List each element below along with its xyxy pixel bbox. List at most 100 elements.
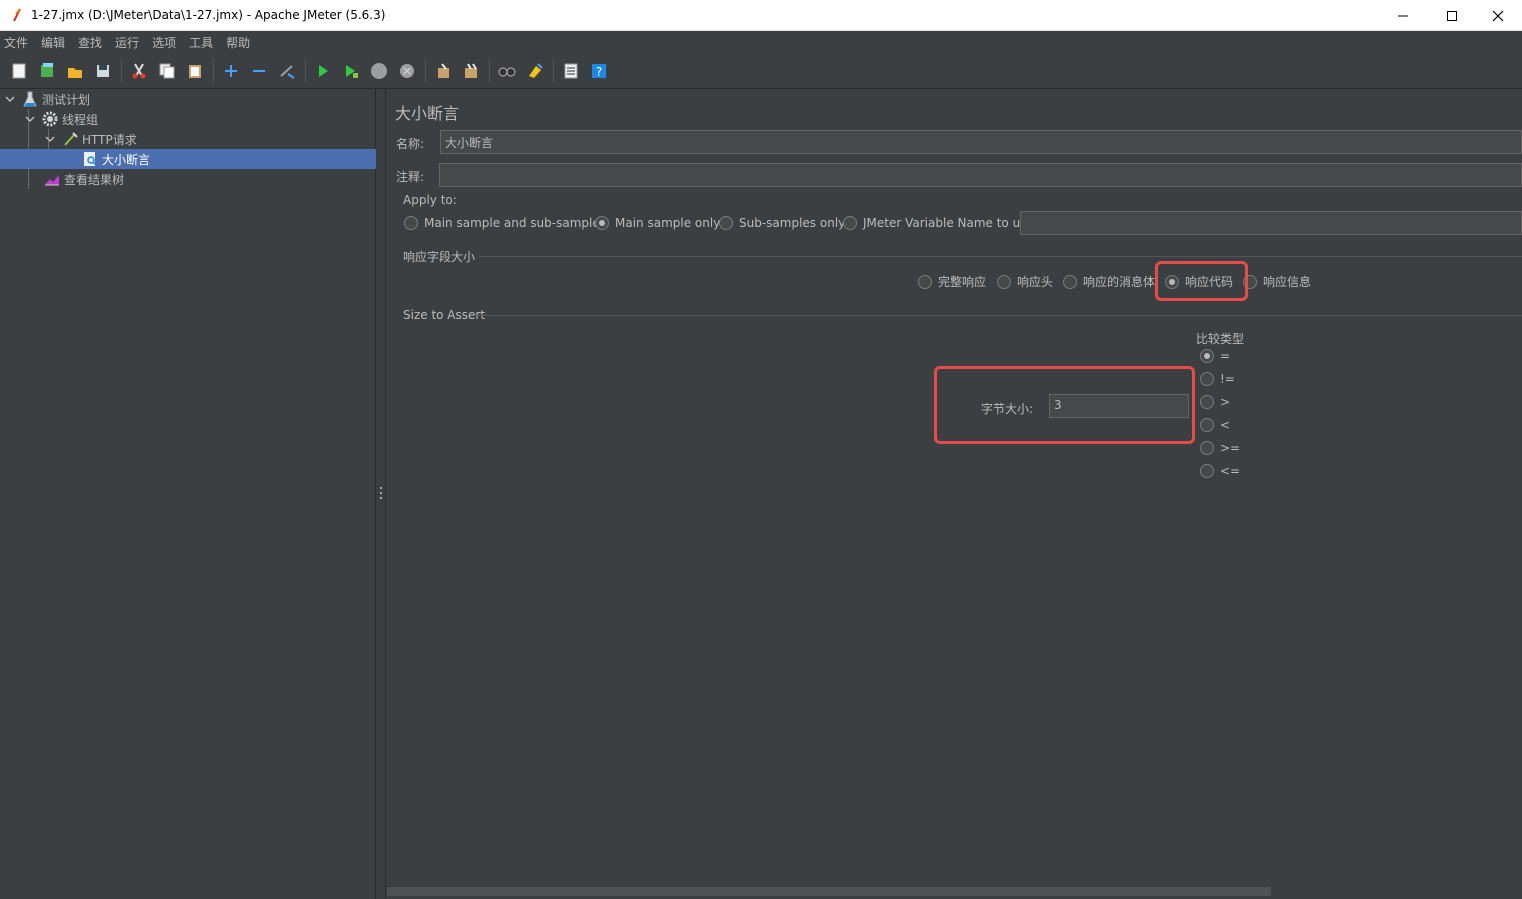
clear-all-icon[interactable] [460, 60, 482, 82]
radio-icon [1200, 395, 1214, 409]
size-label: 字节大小: [981, 402, 1034, 416]
tree-item-test-plan[interactable]: 测试计划 [4, 89, 90, 109]
cut-icon[interactable] [128, 60, 150, 82]
start-no-pause-icon[interactable] [340, 60, 362, 82]
new-icon[interactable] [8, 60, 30, 82]
chevron-down-icon[interactable] [4, 93, 16, 105]
maximize-button[interactable] [1429, 0, 1475, 31]
menu-options[interactable]: 选项 [152, 34, 176, 51]
radio-label: 响应的消息体 [1083, 275, 1156, 289]
compare-greater-equal-radio[interactable]: >= [1200, 441, 1240, 455]
field-headers-radio[interactable]: 响应头 [997, 273, 1053, 290]
compare-equal-radio[interactable]: = [1200, 349, 1230, 363]
open-icon[interactable] [64, 60, 86, 82]
stop-icon[interactable] [368, 60, 390, 82]
tree-item-view-results-tree[interactable]: 查看结果树 [44, 169, 124, 189]
tree-item-label: 测试计划 [42, 92, 91, 107]
apply-main-and-sub-radio[interactable]: Main sample and sub-samples [404, 216, 606, 230]
field-full-response-radio[interactable]: 完整响应 [918, 273, 986, 290]
copy-icon[interactable] [156, 60, 178, 82]
menu-run[interactable]: 运行 [115, 34, 139, 51]
response-field-title: 响应字段大小 [403, 250, 476, 264]
collapse-icon[interactable] [248, 60, 270, 82]
minimize-button[interactable] [1380, 0, 1426, 31]
radio-selected-icon [1200, 349, 1214, 363]
menu-edit[interactable]: 编辑 [41, 34, 65, 51]
chevron-down-icon[interactable] [24, 113, 36, 125]
radio-label: Main sample only [615, 216, 721, 230]
toolbar-separator [305, 58, 306, 83]
graph-icon [44, 171, 60, 187]
toolbar-separator [425, 58, 426, 83]
apply-main-only-radio[interactable]: Main sample only [595, 216, 720, 230]
toolbar-separator [121, 58, 122, 83]
reset-search-icon[interactable] [524, 60, 546, 82]
tree-item-label: 大小断言 [102, 152, 151, 167]
radio-icon [404, 216, 418, 230]
paste-icon[interactable] [184, 60, 206, 82]
toolbar: ? [0, 53, 1522, 89]
tree-item-label: 线程组 [62, 112, 99, 127]
toolbar-separator [553, 58, 554, 83]
close-button[interactable] [1475, 0, 1521, 31]
comment-field[interactable] [439, 163, 1522, 187]
save-icon[interactable] [92, 60, 114, 82]
search-icon[interactable] [496, 60, 518, 82]
size-to-assert-title: Size to Assert [403, 308, 486, 322]
toolbar-separator [213, 58, 214, 83]
horizontal-scrollbar[interactable] [387, 887, 1271, 896]
compare-less-equal-radio[interactable]: <= [1200, 464, 1240, 478]
apply-to-title: Apply to: [403, 193, 457, 207]
compare-not-equal-radio[interactable]: != [1200, 372, 1235, 386]
apply-variable-radio[interactable]: JMeter Variable Name to use [843, 216, 1034, 230]
menu-help[interactable]: 帮助 [226, 34, 250, 51]
size-field[interactable]: 3 [1049, 394, 1189, 418]
expand-icon[interactable] [220, 60, 242, 82]
radio-label: = [1220, 349, 1231, 363]
radio-label: Main sample and sub-samples [424, 216, 606, 230]
field-body-radio[interactable]: 响应的消息体 [1063, 273, 1155, 290]
gear-icon [42, 111, 58, 127]
tree-item-label: 查看结果树 [64, 172, 125, 187]
tree-item-size-assertion[interactable]: 大小断言 [0, 149, 376, 169]
page-title: 大小断言 [395, 104, 460, 123]
splitter-grip-icon [380, 487, 382, 499]
clear-icon[interactable] [432, 60, 454, 82]
radio-icon [1200, 418, 1214, 432]
window-title: 1-27.jmx (D:\JMeter\Data\1-27.jmx) - Apa… [31, 8, 386, 22]
section-divider [479, 256, 1522, 257]
menu-search[interactable]: 查找 [78, 34, 102, 51]
compare-greater-radio[interactable]: > [1200, 395, 1230, 409]
highlight-box [1155, 261, 1248, 301]
templates-icon[interactable] [36, 60, 58, 82]
compare-less-radio[interactable]: < [1200, 418, 1230, 432]
tree-item-thread-group[interactable]: 线程组 [24, 109, 98, 129]
split-pane-divider[interactable] [376, 89, 386, 899]
radio-icon [1063, 274, 1077, 289]
size-assertion-panel: 大小断言 名称: 大小断言 注释: Apply to: Main sample … [387, 89, 1522, 899]
menu-bar: 文件 编辑 查找 运行 选项 工具 帮助 [0, 31, 1522, 53]
radio-icon [719, 216, 733, 230]
name-field[interactable]: 大小断言 [440, 130, 1522, 154]
function-helper-icon[interactable] [560, 60, 582, 82]
field-response-message-radio[interactable]: 响应信息 [1243, 273, 1311, 290]
test-plan-tree: 测试计划 线程组 HTTP请求 大小断言 查看结果树 [0, 89, 376, 899]
flask-icon [22, 91, 38, 107]
chevron-down-icon[interactable] [44, 133, 56, 145]
help-icon[interactable]: ? [588, 60, 610, 82]
radio-label: <= [1220, 464, 1241, 478]
tree-item-http-request[interactable]: HTTP请求 [44, 129, 137, 149]
radio-label: 响应头 [1017, 275, 1054, 289]
shutdown-icon[interactable] [396, 60, 418, 82]
variable-name-field[interactable] [1020, 211, 1522, 235]
menu-file[interactable]: 文件 [4, 34, 28, 51]
start-icon[interactable] [312, 60, 334, 82]
radio-label: 响应信息 [1263, 275, 1312, 289]
radio-icon [843, 216, 857, 230]
toggle-icon[interactable] [276, 60, 298, 82]
apply-sub-only-radio[interactable]: Sub-samples only [719, 216, 845, 230]
radio-icon [918, 274, 932, 289]
menu-tools[interactable]: 工具 [189, 34, 213, 51]
radio-label: JMeter Variable Name to use [863, 216, 1034, 230]
radio-selected-icon [595, 216, 609, 230]
